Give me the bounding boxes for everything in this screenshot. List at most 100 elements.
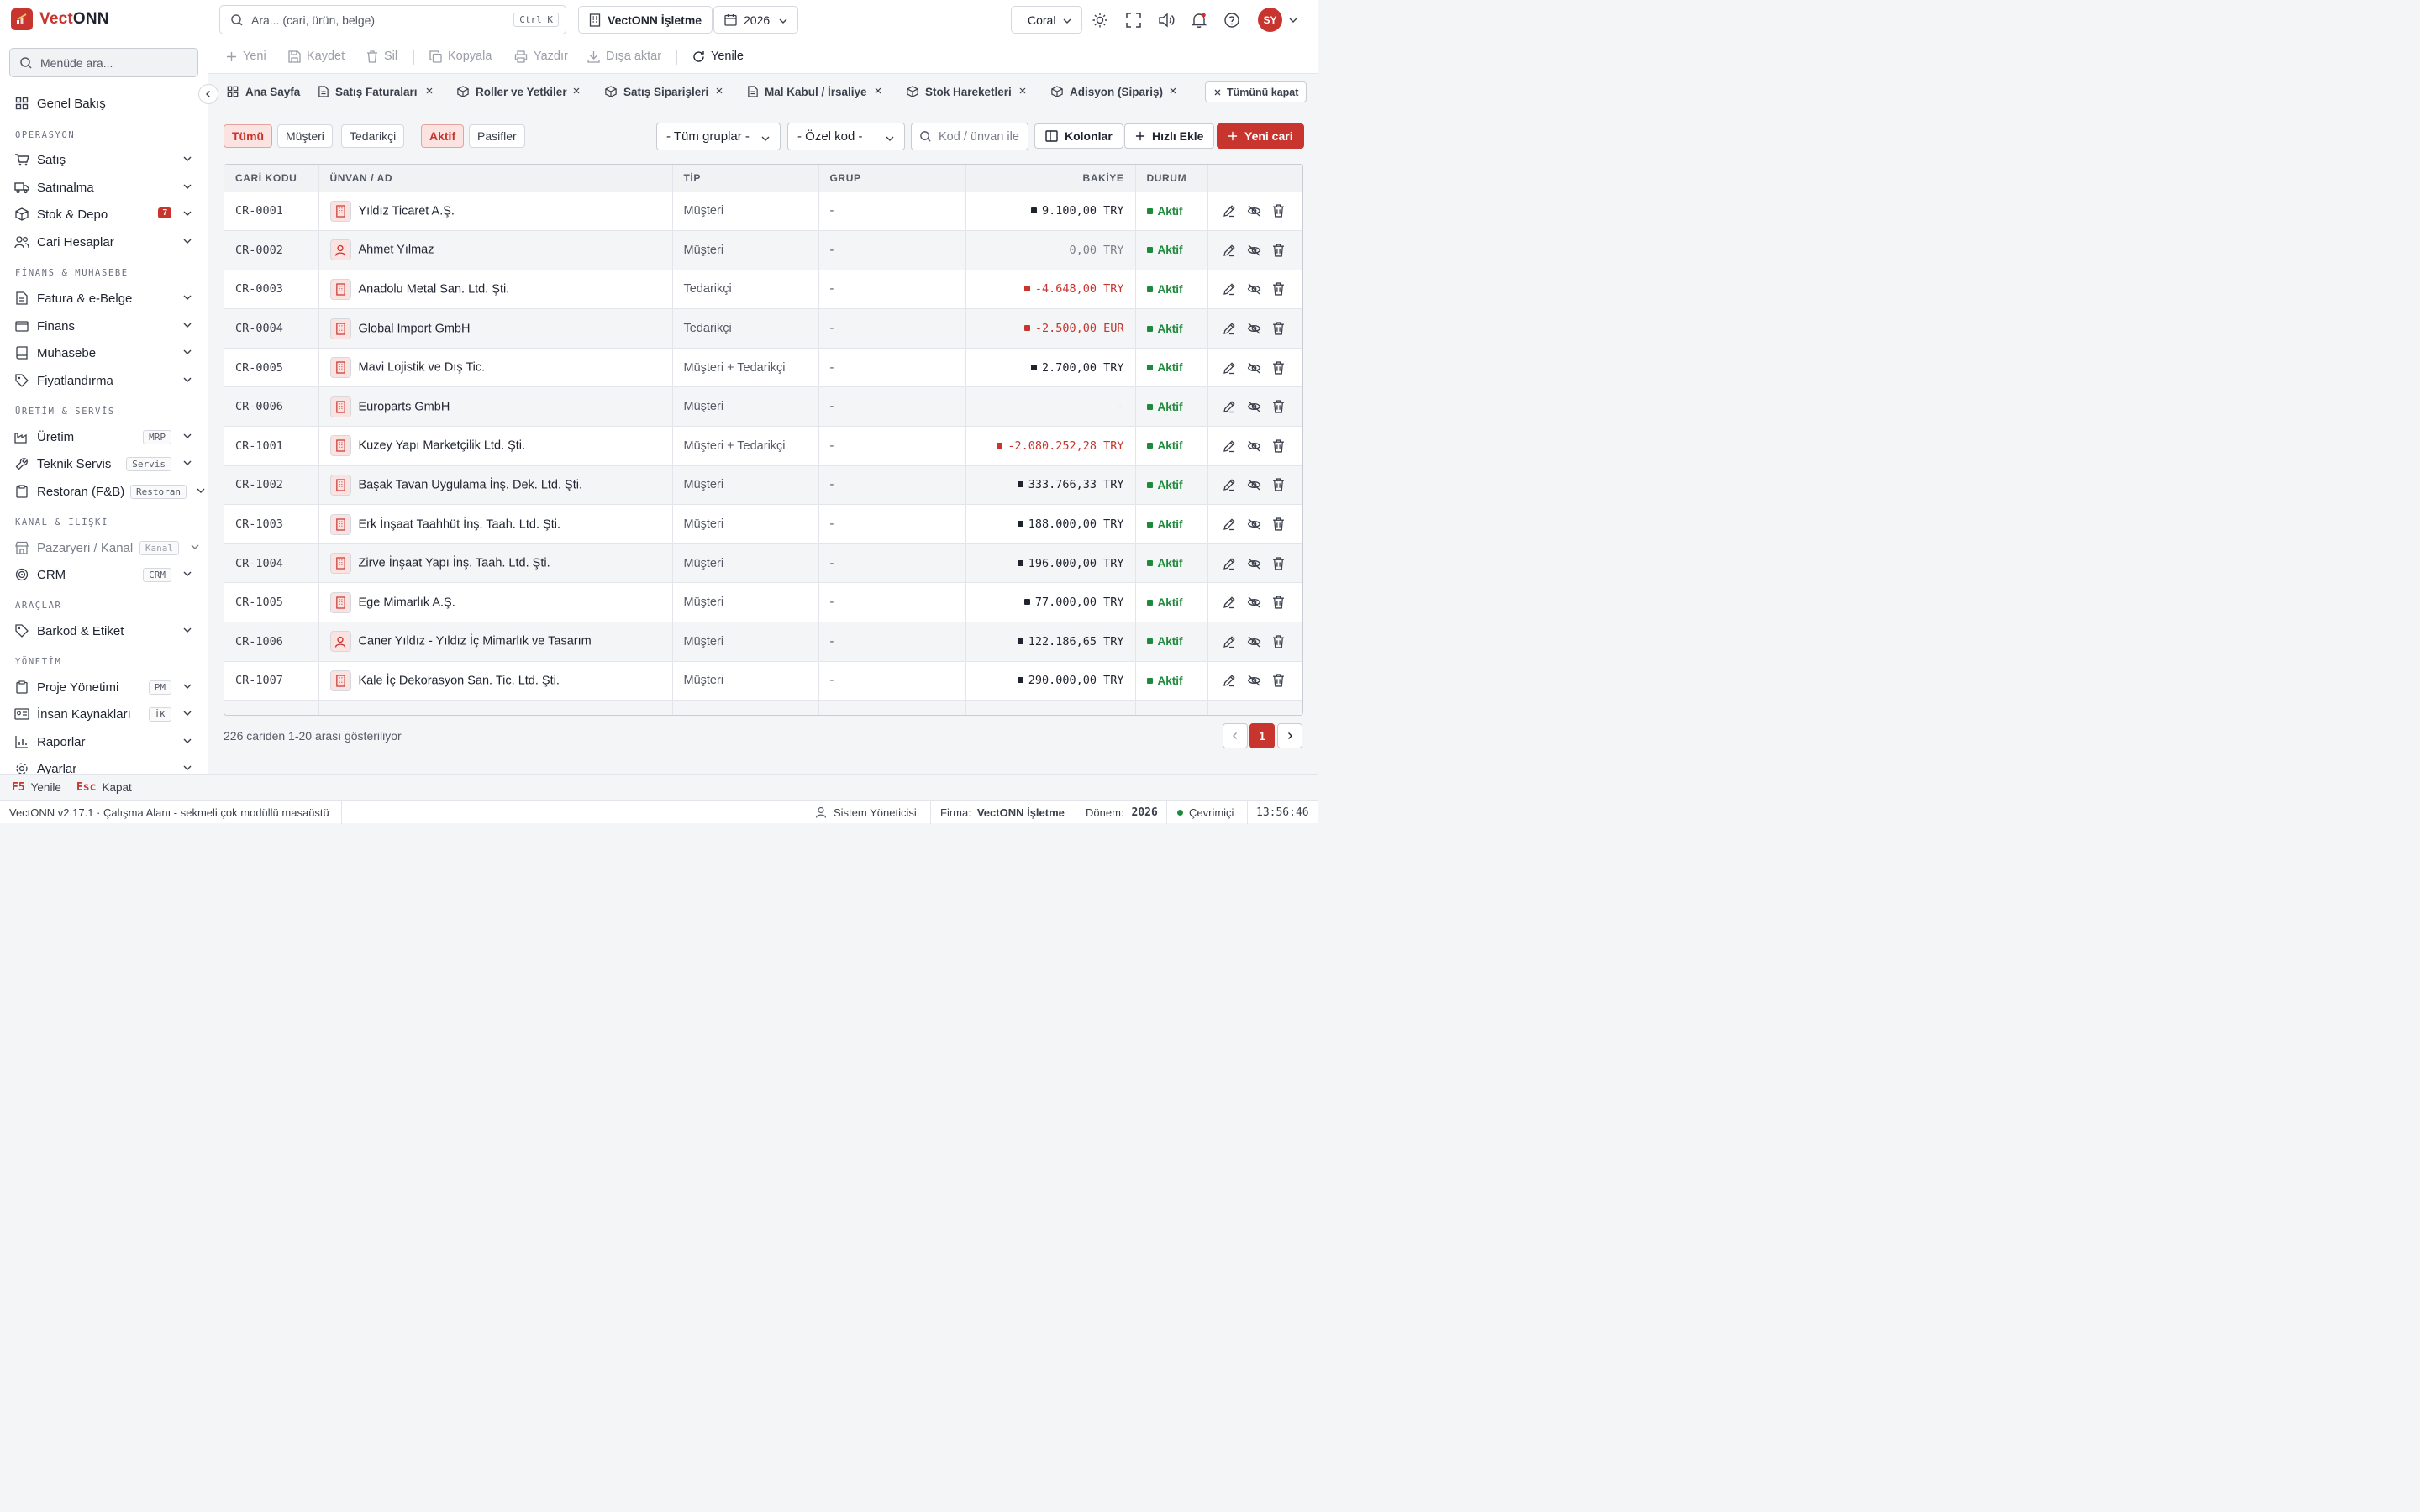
header-group[interactable]: GRUP (818, 165, 966, 192)
header-status[interactable]: DURUM (1135, 165, 1208, 192)
eye-off-icon[interactable] (1247, 400, 1261, 413)
table-row[interactable]: CR-1002 Başak Tavan Uygulama İnş. Dek. Lt… (224, 465, 1302, 506)
table-row[interactable]: CR-1004 Zirve İnşaat Yapı İnş. Taah. Ltd.… (224, 543, 1302, 584)
table-row[interactable]: CR-0004 Global Import GmbH Tedarikçi - -2.50… (224, 308, 1302, 349)
sidebar-item-accounting[interactable]: Muhasebe (0, 340, 208, 365)
edit-icon[interactable] (1223, 439, 1236, 453)
eye-off-icon[interactable] (1247, 635, 1261, 648)
help-icon[interactable] (1223, 12, 1240, 29)
sidebar-item-sales[interactable]: Satış (0, 147, 208, 172)
trash-icon[interactable] (1272, 282, 1285, 297)
eye-off-icon[interactable] (1247, 478, 1261, 491)
sidebar-item-settings[interactable]: Ayarlar (0, 756, 208, 774)
trash-icon[interactable] (1272, 557, 1285, 570)
table-row[interactable]: CR-1005 Ege Mimarlık A.Ş. Müşteri -77.000,0… (224, 582, 1302, 623)
tab-roles[interactable]: Roller ve Yetkiler (457, 75, 580, 108)
edit-icon[interactable] (1223, 322, 1236, 335)
filter-passive-chip[interactable]: Pasifler (469, 124, 525, 148)
prev-page-button[interactable] (1223, 723, 1248, 748)
close-tab-icon[interactable] (715, 87, 723, 95)
menu-search-input[interactable]: Menüde ara... (9, 48, 198, 77)
table-row[interactable]: CR-0001 Yıldız Ticaret A.Ş. Müşteri -9.100,… (224, 192, 1302, 232)
fullscreen-icon[interactable] (1125, 12, 1142, 29)
tab-sales-invoices[interactable]: Satış Faturaları (318, 75, 433, 108)
table-row[interactable]: CR-0003 Anadolu Metal San. Ltd. Şti. Tedar… (224, 270, 1302, 310)
trash-icon[interactable] (1272, 439, 1285, 453)
tab-home[interactable]: Ana Sayfa (227, 75, 300, 108)
table-row[interactable]: CR-0005 Mavi Lojistik ve Dış Tic. Müşteri … (224, 348, 1302, 388)
close-tab-icon[interactable] (874, 87, 882, 95)
sun-icon[interactable] (1092, 12, 1108, 29)
table-row[interactable]: CR-1007 Kale İç Dekorasyon San. Tic. Ltd.… (224, 661, 1302, 701)
sidebar-item-pricing[interactable]: Fiyatlandırma (0, 368, 208, 393)
delete-button[interactable]: Sil (366, 50, 397, 63)
global-search-input[interactable]: Ara... (cari, ürün, belge) Ctrl K (219, 5, 566, 34)
close-all-tabs-button[interactable]: Tümünü kapat (1205, 81, 1307, 102)
table-row[interactable]: CR-1006 Caner Yıldız - Yıldız İç Mimarlık… (224, 622, 1302, 662)
close-tab-icon[interactable] (1018, 87, 1027, 95)
trash-icon[interactable] (1272, 400, 1285, 413)
edit-icon[interactable] (1223, 674, 1236, 687)
company-selector[interactable]: VectONN İşletme (578, 6, 713, 34)
edit-icon[interactable] (1223, 400, 1236, 413)
theme-selector[interactable]: Coral (1011, 6, 1082, 34)
trash-icon[interactable] (1272, 674, 1285, 687)
sidebar-item-restaurant[interactable]: Restoran (F&B) Restoran (0, 479, 208, 504)
edit-icon[interactable] (1223, 244, 1236, 257)
table-row[interactable]: CR-0002 Ahmet Yılmaz Müşteri -0,00 TRY Aktif (224, 230, 1302, 270)
edit-icon[interactable] (1223, 282, 1236, 296)
close-tab-icon[interactable] (572, 87, 581, 95)
header-balance[interactable]: BAKİYE (965, 165, 1136, 192)
table-row[interactable]: CR-1003 Erk İnşaat Taahhüt İnş. Taah. Ltd… (224, 504, 1302, 544)
eye-off-icon[interactable] (1247, 439, 1261, 453)
sidebar-item-accounts[interactable]: Cari Hesaplar (0, 229, 208, 255)
app-logo[interactable]: VectONN (0, 0, 208, 39)
edit-icon[interactable] (1223, 517, 1236, 531)
refresh-button[interactable]: Yenile (692, 50, 744, 63)
trash-icon[interactable] (1272, 478, 1285, 492)
user-avatar[interactable]: SY (1258, 8, 1282, 32)
sidebar-item-invoice[interactable]: Fatura & e-Belge (0, 286, 208, 311)
sidebar-item-purchasing[interactable]: Satınalma (0, 175, 208, 200)
filter-customer-chip[interactable]: Müşteri (277, 124, 333, 148)
eye-off-icon[interactable] (1247, 361, 1261, 375)
edit-icon[interactable] (1223, 635, 1236, 648)
copy-button[interactable]: Kopyala (429, 50, 492, 63)
sidebar-item-hr[interactable]: İnsan Kaynakları İK (0, 701, 208, 727)
special-code-select[interactable]: - Özel kod - (787, 123, 905, 150)
edit-icon[interactable] (1223, 361, 1236, 375)
group-select[interactable]: - Tüm gruplar - (656, 123, 781, 150)
page-1-button[interactable]: 1 (1249, 723, 1275, 748)
table-row[interactable]: CR-1001 Kuzey Yapı Marketçilik Ltd. Şti. M… (224, 426, 1302, 466)
sidebar-item-marketplace[interactable]: Pazaryeri / Kanal Kanal (0, 535, 208, 560)
tab-sales-orders[interactable]: Satış Siparişleri (605, 75, 723, 108)
eye-off-icon[interactable] (1247, 322, 1261, 335)
sidebar-collapse-button[interactable] (198, 84, 218, 104)
edit-icon[interactable] (1223, 557, 1236, 570)
print-button[interactable]: Yazdır (514, 50, 568, 63)
close-tab-icon[interactable] (425, 87, 434, 95)
sidebar-item-service[interactable]: Teknik Servis Servis (0, 451, 208, 476)
edit-icon[interactable] (1223, 478, 1236, 491)
edit-icon[interactable] (1223, 204, 1236, 218)
sidebar-item-crm[interactable]: CRM CRM (0, 562, 208, 587)
header-name[interactable]: ÜNVAN / AD (318, 165, 673, 192)
trash-icon[interactable] (1272, 596, 1285, 609)
trash-icon[interactable] (1272, 244, 1285, 257)
trash-icon[interactable] (1272, 322, 1285, 335)
next-page-button[interactable] (1277, 723, 1302, 748)
eye-off-icon[interactable] (1247, 596, 1261, 609)
edit-icon[interactable] (1223, 596, 1236, 609)
account-search-input[interactable]: Kod / ünvan ile (911, 123, 1028, 150)
columns-button[interactable]: Kolonlar (1034, 123, 1123, 149)
eye-off-icon[interactable] (1247, 517, 1261, 531)
eye-off-icon[interactable] (1247, 204, 1261, 218)
filter-supplier-chip[interactable]: Tedarikçi (341, 124, 405, 148)
trash-icon[interactable] (1272, 361, 1285, 375)
sidebar-item-reports[interactable]: Raporlar (0, 729, 208, 754)
quick-add-button[interactable]: Hızlı Ekle (1124, 123, 1215, 149)
sidebar-item-production[interactable]: Üretim MRP (0, 424, 208, 449)
sidebar-item-stock[interactable]: Stok & Depo 7 (0, 202, 208, 227)
tab-stock-movements[interactable]: Stok Hareketleri (907, 75, 1026, 108)
header-type[interactable]: TİP (672, 165, 819, 192)
